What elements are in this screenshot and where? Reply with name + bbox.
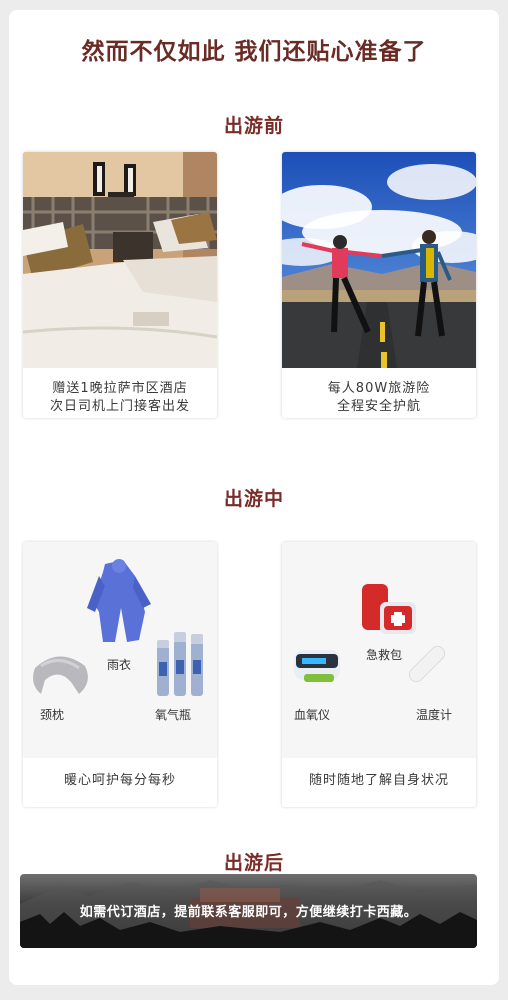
comfort-kit-caption: 暖心呵护每分每秒	[63, 773, 176, 788]
oxygen-bottle-icon	[157, 632, 203, 696]
section-title-after: 出游后	[223, 852, 284, 874]
neck-pillow-label: 颈枕	[40, 708, 65, 722]
page-title: 然而不仅如此 我们还贴心准备了	[81, 39, 427, 65]
travelers-road-photo	[282, 152, 476, 368]
after-trip-banner[interactable]: 如需代订酒店，提前联系客服即可，方便继续打卡西藏。	[20, 874, 477, 948]
hotel-room-photo	[23, 152, 217, 368]
thermometer-label: 温度计	[416, 708, 453, 722]
insurance-caption-line2: 全程安全护航	[336, 399, 421, 414]
health-kit-items: 急救包 血氧仪 温度计	[282, 542, 476, 758]
raincoat-icon	[87, 559, 151, 642]
oxygen-bottle-label: 氧气瓶	[155, 708, 192, 722]
first-aid-kit-icon	[362, 584, 416, 634]
hotel-caption-line1: 赠送1晚拉萨市区酒店	[52, 381, 188, 396]
after-trip-banner-text: 如需代订酒店，提前联系客服即可，方便继续打卡西藏。	[79, 905, 418, 920]
section-title-during: 出游中	[223, 488, 284, 510]
insurance-card[interactable]: 每人80W旅游险 全程安全护航	[282, 152, 476, 418]
hotel-caption-line2: 次日司机上门接客出发	[49, 399, 190, 414]
pulse-oximeter-icon	[294, 650, 340, 682]
pulse-oximeter-label: 血氧仪	[294, 708, 331, 722]
health-kit-card[interactable]: 急救包 血氧仪 温度计 随时随地了解自身状况	[282, 542, 476, 807]
comfort-kit-card[interactable]: 雨衣 颈枕 氧气瓶 暖心呵护每分每秒	[23, 542, 217, 807]
health-kit-caption: 随时随地了解自身状况	[308, 773, 449, 788]
insurance-caption-line1: 每人80W旅游险	[327, 381, 431, 396]
hotel-card[interactable]: 赠送1晚拉萨市区酒店 次日司机上门接客出发	[23, 152, 217, 418]
neck-pillow-icon	[33, 656, 88, 694]
section-title-before: 出游前	[223, 115, 284, 137]
first-aid-kit-label: 急救包	[366, 648, 403, 662]
thermometer-icon	[408, 645, 446, 683]
comfort-kit-items: 雨衣 颈枕 氧气瓶	[23, 542, 217, 758]
raincoat-label: 雨衣	[107, 658, 132, 672]
